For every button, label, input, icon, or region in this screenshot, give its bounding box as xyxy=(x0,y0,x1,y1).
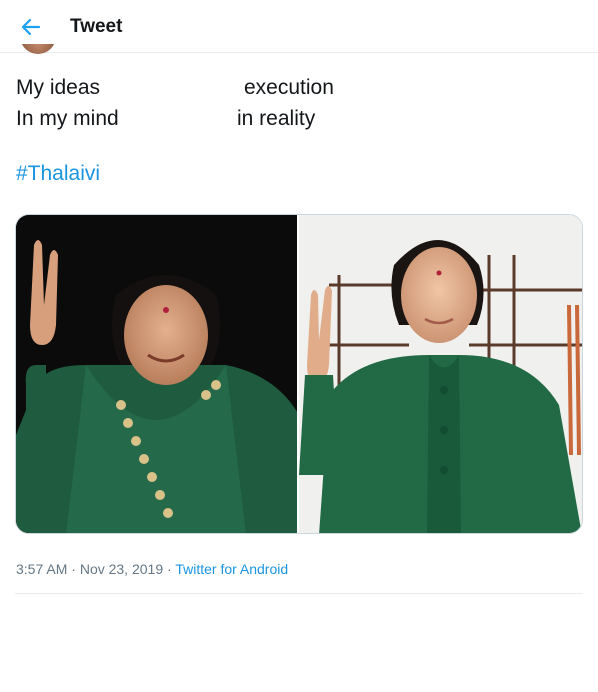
meta-separator: · xyxy=(67,561,80,577)
tweet-line-left: In my mind xyxy=(16,107,119,130)
photo-2-illustration xyxy=(299,215,582,533)
tweet-time[interactable]: 3:57 AM xyxy=(16,561,67,577)
divider xyxy=(15,593,583,594)
tweet-line: In my mind in reality xyxy=(16,103,576,134)
tweet-line-right: execution xyxy=(244,76,334,99)
tweet-line: My ideas execution xyxy=(16,72,576,103)
media-photo-1[interactable] xyxy=(16,215,299,533)
arrow-left-icon xyxy=(21,18,41,36)
top-bar: Tweet xyxy=(0,0,598,53)
meta-separator: · xyxy=(163,561,176,577)
tweet-source-link[interactable]: Twitter for Android xyxy=(175,561,288,577)
tweet-meta: 3:57 AM · Nov 23, 2019 · Twitter for And… xyxy=(16,561,288,577)
hashtag-link[interactable]: #Thalaivi xyxy=(16,162,100,186)
media-photo-2[interactable] xyxy=(299,215,582,533)
tweet-text: My ideas execution In my mind in reality xyxy=(16,72,576,134)
back-button[interactable] xyxy=(14,10,48,44)
tweet-date[interactable]: Nov 23, 2019 xyxy=(80,561,163,577)
page-title: Tweet xyxy=(70,16,123,37)
photo-1-illustration xyxy=(16,215,297,533)
avatar[interactable] xyxy=(20,44,56,56)
tweet-line-right: in reality xyxy=(237,107,316,130)
tweet-line-left: My ideas xyxy=(16,76,101,99)
media-grid xyxy=(15,214,583,534)
